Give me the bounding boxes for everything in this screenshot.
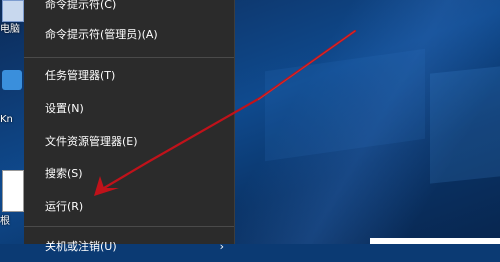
chevron-right-icon: › bbox=[219, 240, 224, 253]
desktop-icons: 电脑 Kn 根 bbox=[0, 0, 26, 244]
menu-separator bbox=[24, 57, 234, 58]
document-icon bbox=[2, 170, 24, 212]
wallpaper-light-pane bbox=[265, 48, 425, 162]
menu-item-command-prompt-admin[interactable]: 命令提示符(管理员)(A) bbox=[24, 20, 234, 50]
computer-icon bbox=[2, 0, 24, 22]
menu-item-shutdown[interactable]: 关机或注销(U) › bbox=[24, 232, 234, 262]
desktop-shortcut-label: 电脑 bbox=[0, 24, 20, 35]
app-icon bbox=[2, 70, 22, 90]
menu-item-command-prompt[interactable]: 命令提示符(C) bbox=[24, 0, 234, 20]
winx-context-menu: 命令提示符(C) 命令提示符(管理员)(A) 任务管理器(T) 设置(N) 文件… bbox=[24, 0, 235, 253]
menu-item-file-explorer[interactable]: 文件资源管理器(E) bbox=[24, 127, 234, 157]
desktop-shortcut-label: Kn bbox=[0, 114, 13, 125]
menu-item-settings[interactable]: 设置(N) bbox=[24, 94, 234, 124]
wallpaper-light-pane bbox=[430, 66, 500, 184]
desktop-shortcut[interactable]: 根 bbox=[0, 170, 26, 227]
menu-item-search[interactable]: 搜索(S) bbox=[24, 159, 234, 189]
menu-item-shutdown-label: 关机或注销(U) bbox=[45, 240, 117, 253]
taskbar-edge bbox=[370, 238, 500, 244]
menu-separator bbox=[24, 226, 234, 227]
desktop-shortcut[interactable]: 电脑 bbox=[0, 0, 26, 36]
menu-item-run[interactable]: 运行(R) bbox=[24, 192, 234, 222]
menu-item-task-manager[interactable]: 任务管理器(T) bbox=[24, 61, 234, 91]
desktop-shortcut[interactable]: Kn bbox=[0, 70, 26, 125]
desktop-shortcut-label: 根 bbox=[0, 216, 10, 227]
